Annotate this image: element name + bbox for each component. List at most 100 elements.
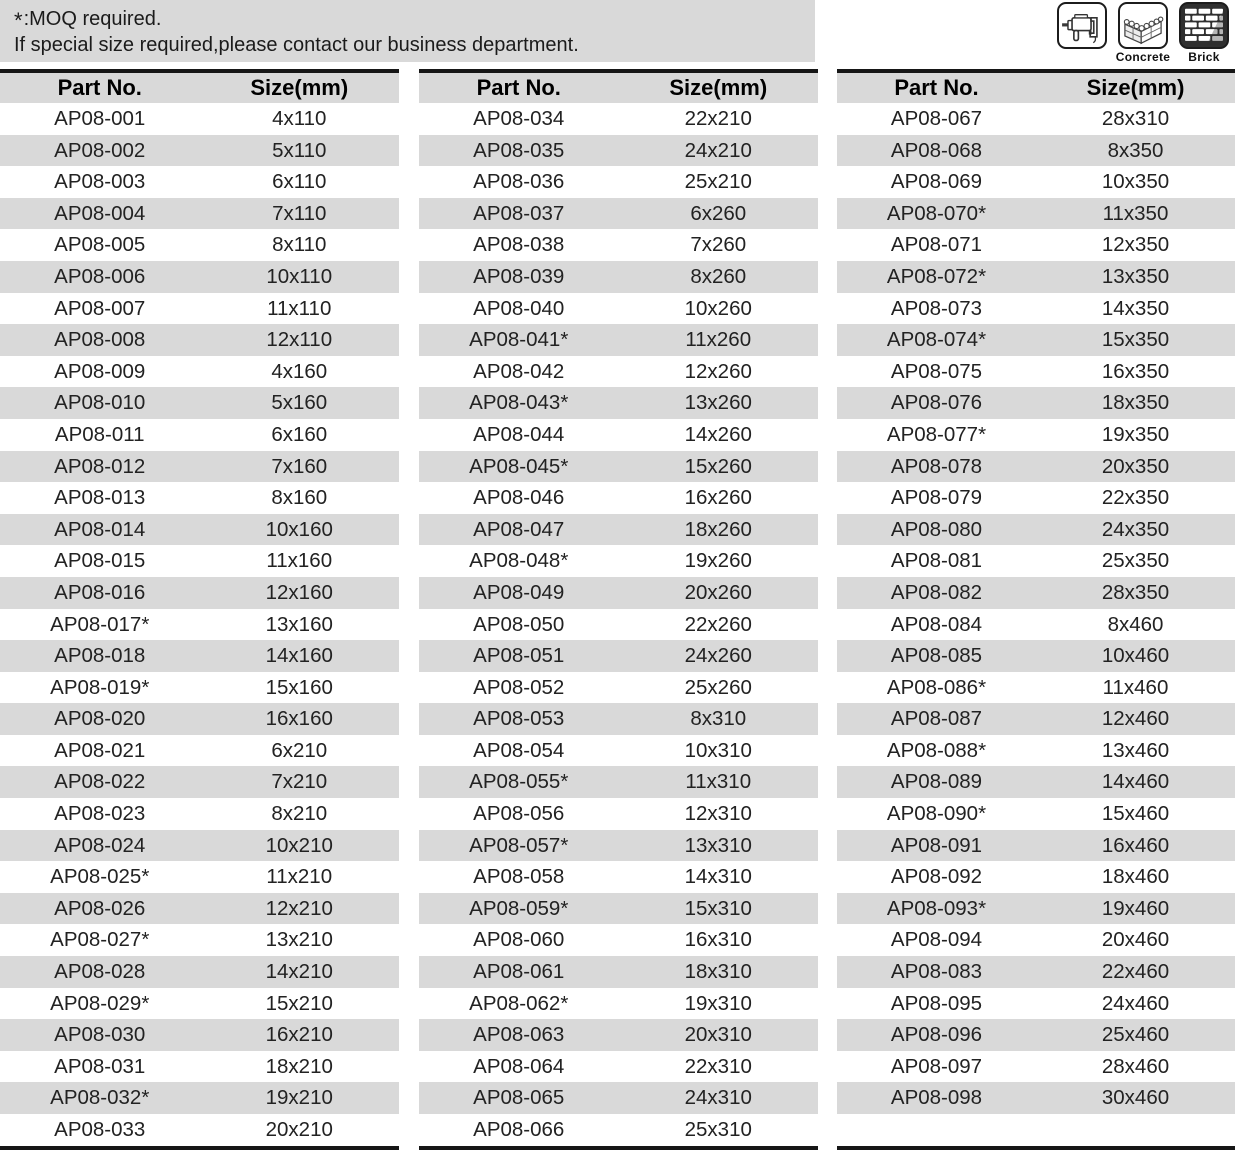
part-no-cell: AP08-009	[0, 356, 200, 388]
part-no-cell: AP08-039	[419, 261, 619, 293]
size-cell: 10x350	[1036, 166, 1235, 198]
table-row: AP08-0538x310	[419, 703, 818, 735]
table-row: AP08-057*13x310	[419, 830, 818, 862]
table-row: AP08-09728x460	[837, 1051, 1235, 1083]
table-row: AP08-01410x160	[0, 514, 399, 546]
size-cell: 19x350	[1036, 419, 1235, 451]
table-row: AP08-0047x110	[0, 198, 399, 230]
part-no-cell: AP08-021	[0, 735, 200, 767]
table-row: AP08-0127x160	[0, 451, 399, 483]
application-legend: Concrete Brick	[1056, 2, 1230, 64]
size-cell: 8x260	[619, 261, 819, 293]
table-row: AP08-09625x460	[837, 1019, 1235, 1051]
size-cell: 7x210	[200, 766, 400, 798]
size-cell: 14x260	[619, 419, 819, 451]
size-cell: 15x160	[200, 672, 400, 704]
part-no-cell: AP08-073	[837, 293, 1036, 325]
size-cell: 10x160	[200, 514, 400, 546]
table-row: AP08-08322x460	[837, 956, 1235, 988]
part-no-cell: AP08-075	[837, 356, 1036, 388]
part-no-cell: AP08-086*	[837, 672, 1036, 704]
table-row: AP08-045*15x260	[419, 451, 818, 483]
table-row: AP08-07112x350	[837, 229, 1235, 261]
size-cell: 6x260	[619, 198, 819, 230]
part-no-cell: AP08-055*	[419, 766, 619, 798]
table-row: AP08-059*15x310	[419, 893, 818, 925]
size-cell: 12x350	[1036, 229, 1235, 261]
size-cell: 13x160	[200, 609, 400, 641]
size-cell: 20x260	[619, 577, 819, 609]
brick-label: Brick	[1188, 50, 1220, 64]
table-row: AP08-00711x110	[0, 293, 399, 325]
table-row: AP08-06320x310	[419, 1019, 818, 1051]
moq-note-line1-text: :MOQ required.	[24, 8, 162, 30]
table-row: AP08-0216x210	[0, 735, 399, 767]
size-cell: 28x460	[1036, 1051, 1235, 1083]
size-cell: 28x310	[1036, 103, 1235, 135]
size-cell: 8x460	[1036, 609, 1235, 641]
size-cell: 10x460	[1036, 640, 1235, 672]
part-no-cell: AP08-006	[0, 261, 200, 293]
table-row: AP08-05612x310	[419, 798, 818, 830]
table-row: AP08-0138x160	[0, 482, 399, 514]
part-no-cell: AP08-043*	[419, 387, 619, 419]
table-row: AP08-00812x110	[0, 324, 399, 356]
table-row: AP08-04414x260	[419, 419, 818, 451]
part-no-cell: AP08-074*	[837, 324, 1036, 356]
size-cell: 16x350	[1036, 356, 1235, 388]
table-row: AP08-05814x310	[419, 861, 818, 893]
part-no-cell: AP08-047	[419, 514, 619, 546]
table-row: AP08-01511x160	[0, 545, 399, 577]
size-cell: 25x310	[619, 1114, 819, 1146]
part-no-cell: AP08-038	[419, 229, 619, 261]
size-cell: 25x210	[619, 166, 819, 198]
table-row: AP08-0376x260	[419, 198, 818, 230]
part-no-cell: AP08-082	[837, 577, 1036, 609]
size-cell: 7x110	[200, 198, 400, 230]
table-row: AP08-025*11x210	[0, 861, 399, 893]
size-cell: 5x110	[200, 135, 400, 167]
size-cell: 16x210	[200, 1019, 400, 1051]
table-row: AP08-048*19x260	[419, 545, 818, 577]
legend-item-drill	[1056, 2, 1108, 64]
concrete-label: Concrete	[1116, 50, 1170, 64]
part-no-cell: AP08-056	[419, 798, 619, 830]
part-no-cell: AP08-013	[0, 482, 200, 514]
size-cell: 14x160	[200, 640, 400, 672]
part-no-cell: AP08-011	[0, 419, 200, 451]
table-row: AP08-07314x350	[837, 293, 1235, 325]
size-cell: 15x260	[619, 451, 819, 483]
part-no-cell: AP08-031	[0, 1051, 200, 1083]
part-no-cell: AP08-054	[419, 735, 619, 767]
size-cell: 24x210	[619, 135, 819, 167]
size-cell: 28x350	[1036, 577, 1235, 609]
table-row: AP08-03422x210	[419, 103, 818, 135]
size-cell: 15x210	[200, 988, 400, 1020]
part-no-cell: AP08-015	[0, 545, 200, 577]
table-row: AP08-08125x350	[837, 545, 1235, 577]
part-no-cell: AP08-090*	[837, 798, 1036, 830]
table-row: AP08-0387x260	[419, 229, 818, 261]
table-row: AP08-03625x210	[419, 166, 818, 198]
part-no-cell: AP08-027*	[0, 924, 200, 956]
size-cell: 22x310	[619, 1051, 819, 1083]
table-row: AP08-04718x260	[419, 514, 818, 546]
part-no-cell: AP08-084	[837, 609, 1036, 641]
part-no-cell: AP08-087	[837, 703, 1036, 735]
part-no-cell: AP08-066	[419, 1114, 619, 1146]
size-cell: 22x460	[1036, 956, 1235, 988]
table-row: AP08-06016x310	[419, 924, 818, 956]
part-no-cell: AP08-061	[419, 956, 619, 988]
moq-note-banner: *:MOQ required. If special size required…	[0, 0, 815, 62]
size-cell: 15x310	[619, 893, 819, 925]
table-row: AP08-03320x210	[0, 1114, 399, 1146]
table-row: AP08-09218x460	[837, 861, 1235, 893]
table-row: AP08-01612x160	[0, 577, 399, 609]
size-cell: 24x310	[619, 1082, 819, 1114]
part-no-cell: AP08-069	[837, 166, 1036, 198]
table-row: AP08-09524x460	[837, 988, 1235, 1020]
size-header: Size(mm)	[1036, 73, 1235, 103]
table-row: AP08-05022x260	[419, 609, 818, 641]
part-no-cell: AP08-076	[837, 387, 1036, 419]
table-header-row: Part No.Size(mm)	[837, 73, 1235, 103]
